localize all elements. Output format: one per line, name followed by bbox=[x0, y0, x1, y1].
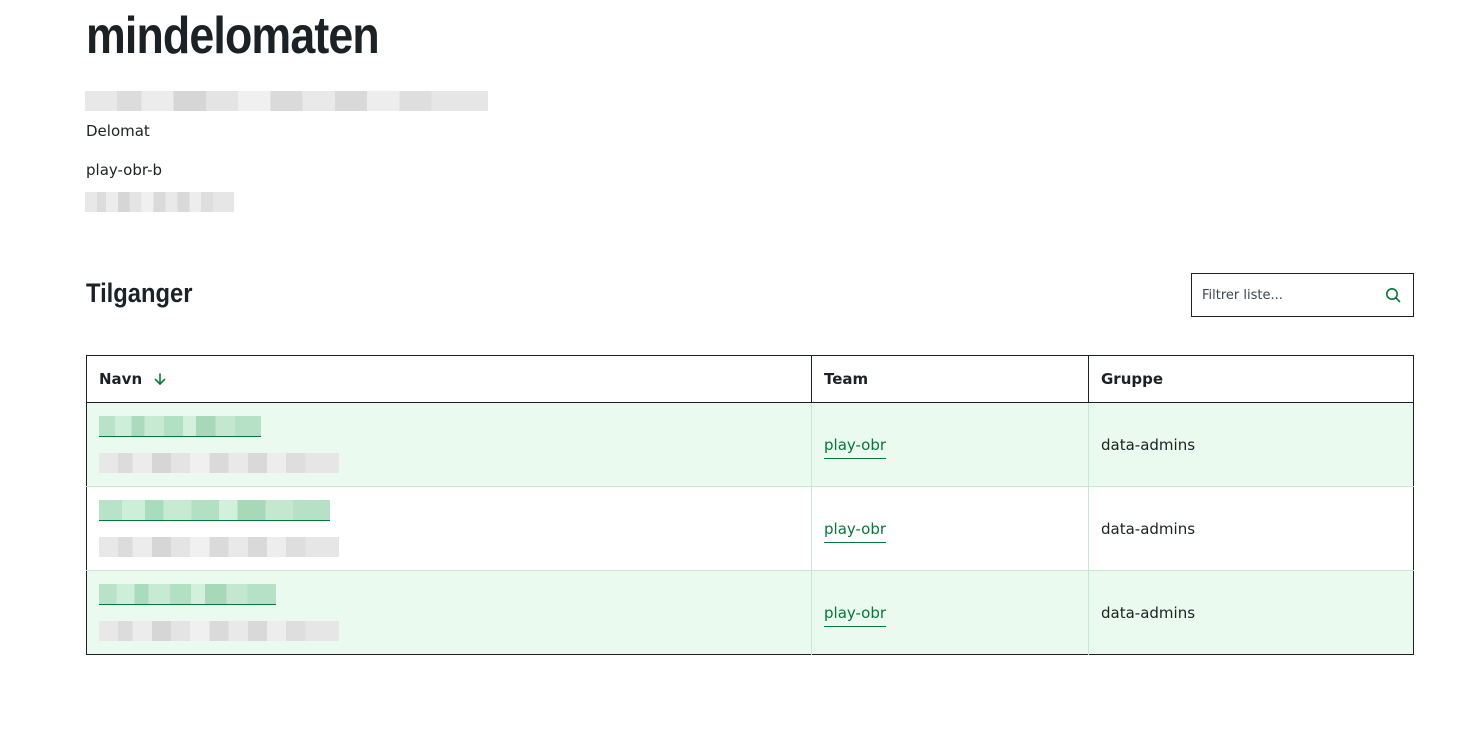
cell-group: data-admins bbox=[1088, 486, 1414, 571]
search-icon[interactable] bbox=[1385, 287, 1401, 303]
team-link[interactable]: play-obr bbox=[824, 519, 887, 543]
column-header-team: Team bbox=[811, 355, 1089, 403]
cell-team: play-obr bbox=[811, 570, 1089, 655]
table-row: play-obr data-admins bbox=[86, 486, 1414, 571]
cell-name bbox=[86, 402, 812, 487]
cell-team: play-obr bbox=[811, 486, 1089, 571]
cell-team: play-obr bbox=[811, 402, 1089, 487]
section-title-access: Tilganger bbox=[86, 278, 193, 308]
arrow-down-icon[interactable] bbox=[153, 372, 167, 386]
table-header-row: Navn Team Gruppe bbox=[86, 355, 1414, 403]
redacted-name-link[interactable] bbox=[99, 500, 330, 521]
cell-name bbox=[86, 570, 812, 655]
redacted-name-description bbox=[99, 621, 799, 641]
redacted-description bbox=[85, 91, 488, 111]
redacted-name-description bbox=[99, 453, 799, 473]
table-row: play-obr data-admins bbox=[86, 570, 1414, 655]
redacted-name-link[interactable] bbox=[99, 416, 261, 437]
redacted-name-link[interactable] bbox=[99, 584, 276, 605]
page-title: mindelomaten bbox=[86, 7, 380, 65]
team-link[interactable]: play-obr bbox=[824, 603, 887, 627]
column-header-name[interactable]: Navn bbox=[86, 355, 812, 403]
filter-field[interactable] bbox=[1191, 273, 1414, 317]
column-header-group: Gruppe bbox=[1088, 355, 1414, 403]
filter-input[interactable] bbox=[1202, 274, 1372, 316]
redacted-owner-info bbox=[85, 192, 234, 212]
dataproduct-type: Delomat bbox=[86, 122, 150, 140]
cell-group: data-admins bbox=[1088, 402, 1414, 487]
owner-group: play-obr-b bbox=[86, 161, 163, 179]
cell-name bbox=[86, 486, 812, 571]
redacted-name-description bbox=[99, 537, 799, 557]
cell-group: data-admins bbox=[1088, 570, 1414, 655]
column-header-name-label: Navn bbox=[99, 370, 143, 388]
table-row: play-obr data-admins bbox=[86, 402, 1414, 487]
team-link[interactable]: play-obr bbox=[824, 435, 887, 459]
access-table: Navn Team Gruppe play-obr data-admins pl… bbox=[86, 355, 1414, 655]
